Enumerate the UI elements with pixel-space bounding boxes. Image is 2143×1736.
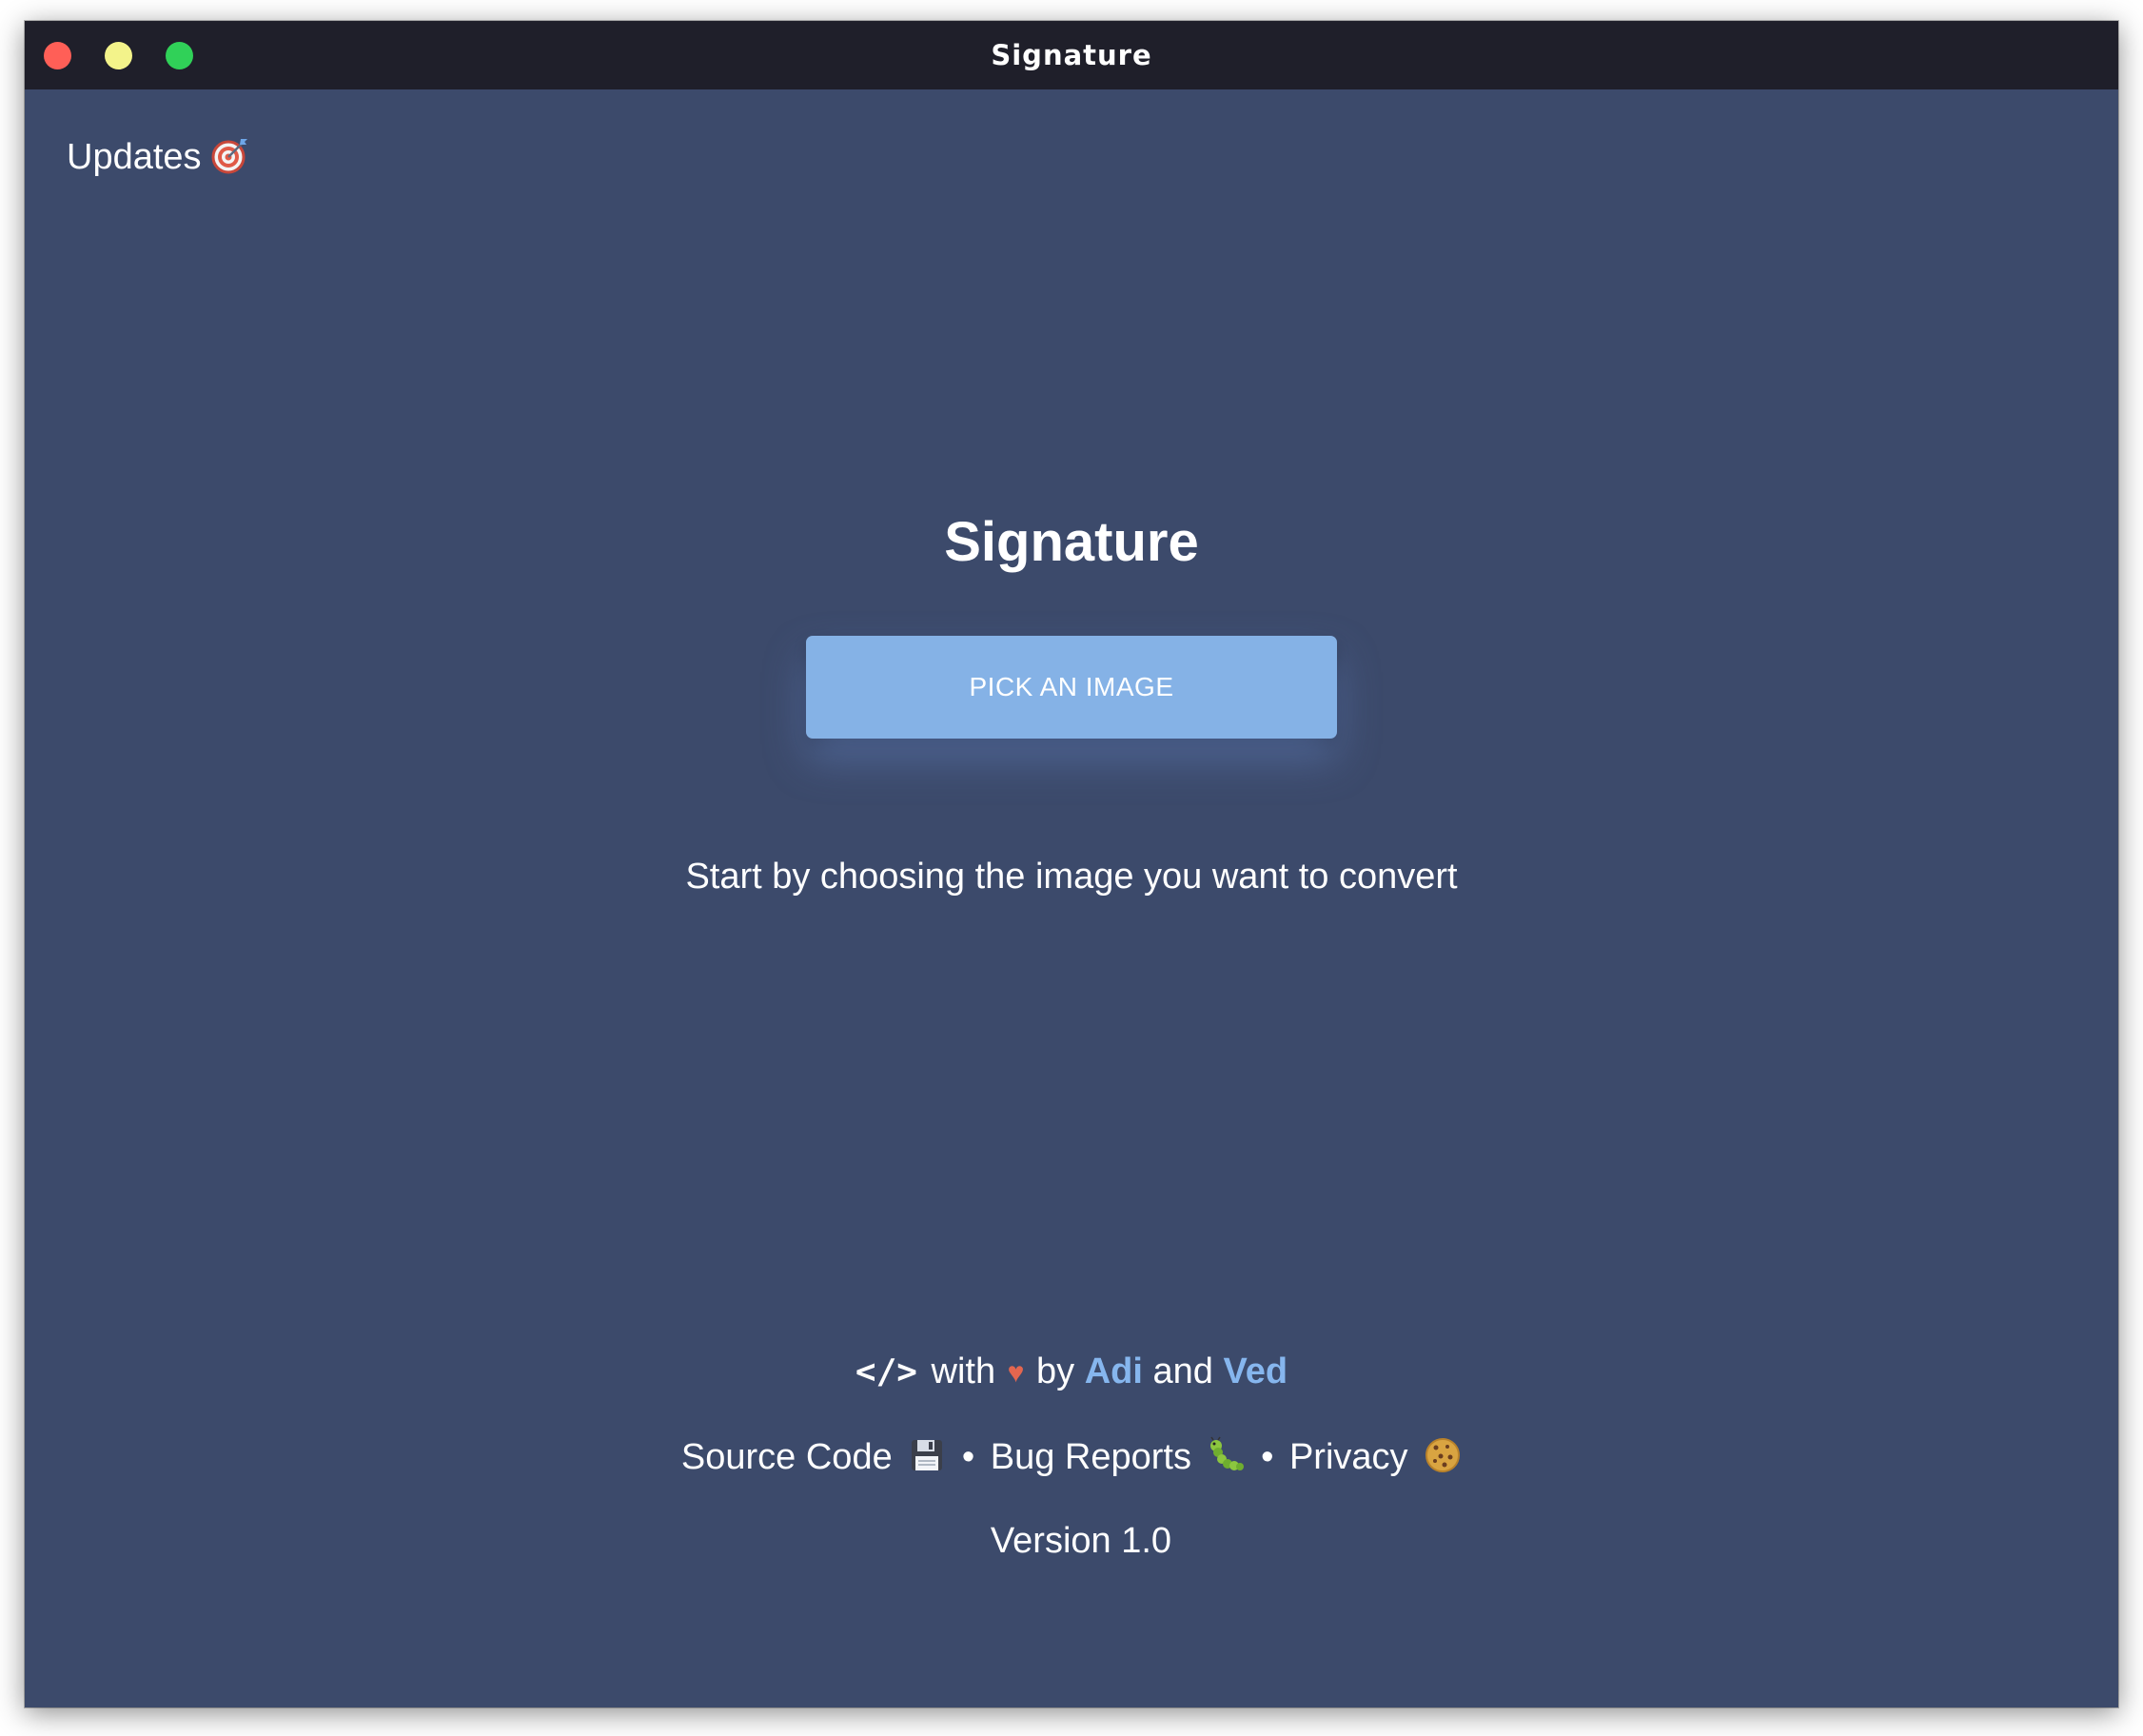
instruction-text: Start by choosing the image you want to …: [685, 857, 1458, 897]
main-content: Updates Signature PICK AN IMAGE Start by…: [25, 89, 2118, 1707]
with-text: with: [931, 1351, 996, 1391]
bug-reports-label: Bug Reports: [990, 1437, 1191, 1477]
source-code-label: Source Code: [680, 1437, 893, 1477]
heart-icon: ♥: [1007, 1357, 1025, 1389]
title-bar: Signature: [25, 21, 2118, 89]
privacy-label: Privacy: [1288, 1437, 1408, 1477]
direct-hit-icon: [211, 138, 247, 174]
window-title: Signature: [991, 39, 1152, 71]
bug-reports-link[interactable]: Bug Reports: [990, 1436, 1255, 1477]
cookie-icon: [1425, 1437, 1461, 1472]
separator: •: [1261, 1437, 1274, 1477]
code-icon: </>: [855, 1352, 917, 1391]
version-text: Version 1.0: [990, 1521, 1172, 1561]
by-text: by: [1036, 1351, 1075, 1391]
author-adi-link[interactable]: Adi: [1085, 1351, 1143, 1391]
source-code-link[interactable]: Source Code: [681, 1437, 956, 1477]
credits-line: </> with ♥ by Adi and Ved: [25, 1348, 2118, 1398]
app-window: Signature Updates Signature PICK AN IMAG…: [25, 21, 2118, 1707]
footer-links: Source Code • Bug Reports • Privacy: [25, 1433, 2118, 1481]
author-ved-link[interactable]: Ved: [1223, 1351, 1288, 1391]
separator: •: [961, 1437, 975, 1477]
updates-label: Updates: [67, 137, 202, 177]
bug-icon: [1209, 1436, 1244, 1470]
privacy-link[interactable]: Privacy: [1289, 1437, 1462, 1477]
floppy-disk-icon: [912, 1439, 943, 1470]
and-text: and: [1152, 1351, 1213, 1391]
pick-image-button[interactable]: PICK AN IMAGE: [806, 636, 1337, 739]
updates-link[interactable]: Updates: [67, 133, 249, 181]
app-heading: Signature: [944, 511, 1199, 573]
